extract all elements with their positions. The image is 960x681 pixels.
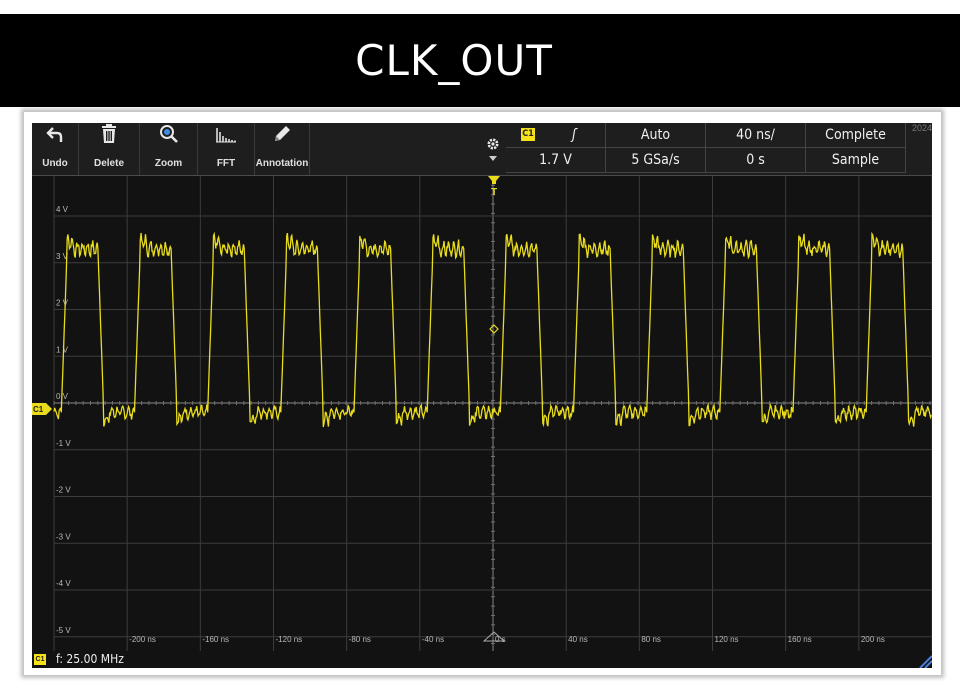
oscilloscope-screen: Undo Delete Zoom FFT Annotation C1 ʃ Aut… bbox=[32, 123, 932, 668]
delete-label: Delete bbox=[93, 158, 124, 169]
gear-icon[interactable] bbox=[486, 137, 500, 161]
x-tick-label: -80 ns bbox=[349, 635, 371, 644]
x-tick-label: -160 ns bbox=[202, 635, 229, 644]
slide-title-bar: CLK_OUT bbox=[0, 14, 960, 107]
fft-button[interactable]: FFT bbox=[198, 123, 255, 175]
trigger-source-cell[interactable]: C1 ʃ bbox=[506, 123, 606, 148]
y-tick-label: -2 V bbox=[56, 486, 71, 495]
y-tick-label: -3 V bbox=[56, 532, 71, 541]
sample-rate[interactable]: 5 GSa/s bbox=[606, 148, 706, 173]
trash-icon bbox=[79, 123, 139, 153]
acquisition-mode[interactable]: Sample bbox=[806, 148, 906, 173]
x-tick-label: 160 ns bbox=[788, 635, 812, 644]
y-tick-label: -1 V bbox=[56, 439, 71, 448]
acquisition-state[interactable]: Complete bbox=[806, 123, 906, 148]
trigger-channel-badge: C1 bbox=[521, 128, 535, 141]
trigger-point-marker bbox=[489, 324, 499, 334]
undo-icon bbox=[32, 123, 78, 153]
y-tick-label: 4 V bbox=[56, 205, 69, 214]
timebase-value[interactable]: 40 ns/ bbox=[706, 123, 806, 148]
y-tick-label: -4 V bbox=[56, 579, 71, 588]
x-tick-label: -40 ns bbox=[422, 635, 444, 644]
horizontal-position[interactable]: 0 s bbox=[706, 148, 806, 173]
fft-icon bbox=[198, 123, 254, 153]
y-tick-label: -5 V bbox=[56, 626, 71, 635]
x-tick-label: -200 ns bbox=[129, 635, 156, 644]
waveform-plot[interactable]: 4 V3 V2 V1 V0 V-1 V-2 V-3 V-4 V-5 V -200… bbox=[32, 176, 932, 651]
y-tick-label: 1 V bbox=[56, 345, 69, 354]
undo-label: Undo bbox=[42, 158, 68, 169]
annotation-label: Annotation bbox=[255, 158, 309, 169]
zoom-label: Zoom bbox=[154, 158, 183, 169]
status-channel-badge: C1 bbox=[34, 654, 46, 665]
resize-corner-icon bbox=[919, 655, 932, 668]
grid bbox=[53, 176, 932, 651]
zoom-icon bbox=[140, 123, 197, 153]
fft-label: FFT bbox=[216, 158, 236, 169]
x-tick-label: 40 ns bbox=[568, 635, 588, 644]
status-bar: C1 f: 25.00 MHz bbox=[32, 651, 932, 668]
channel-1-ground-marker[interactable]: C1 bbox=[32, 403, 52, 415]
slide-title: CLK_OUT bbox=[355, 36, 553, 85]
undo-button[interactable]: Undo bbox=[32, 123, 79, 175]
trigger-edge-slope: ʃ bbox=[572, 127, 577, 143]
delete-button[interactable]: Delete bbox=[79, 123, 140, 175]
y-axis-labels: 4 V3 V2 V1 V0 V-1 V-2 V-3 V-4 V-5 V bbox=[56, 205, 71, 635]
date-year: 2024 bbox=[912, 123, 932, 133]
frequency-measurement: f: 25.00 MHz bbox=[56, 652, 124, 666]
trigger-mode[interactable]: Auto bbox=[606, 123, 706, 148]
annotation-button[interactable]: Annotation bbox=[255, 123, 310, 175]
svg-text:C1: C1 bbox=[33, 405, 44, 414]
pencil-icon bbox=[255, 123, 309, 153]
toolbar: Undo Delete Zoom FFT Annotation C1 ʃ Aut… bbox=[32, 123, 932, 176]
zoom-button[interactable]: Zoom bbox=[140, 123, 198, 175]
x-tick-label: 200 ns bbox=[861, 635, 885, 644]
chevron-down-icon bbox=[489, 156, 497, 161]
x-tick-label: 0 s bbox=[495, 635, 506, 644]
svg-text:T: T bbox=[491, 187, 497, 198]
trigger-level[interactable]: 1.7 V bbox=[506, 148, 606, 173]
trigger-marker[interactable]: T bbox=[488, 176, 500, 198]
x-tick-label: 120 ns bbox=[715, 635, 739, 644]
x-tick-label: -120 ns bbox=[276, 635, 303, 644]
y-tick-label: 2 V bbox=[56, 299, 69, 308]
x-tick-label: 80 ns bbox=[641, 635, 661, 644]
